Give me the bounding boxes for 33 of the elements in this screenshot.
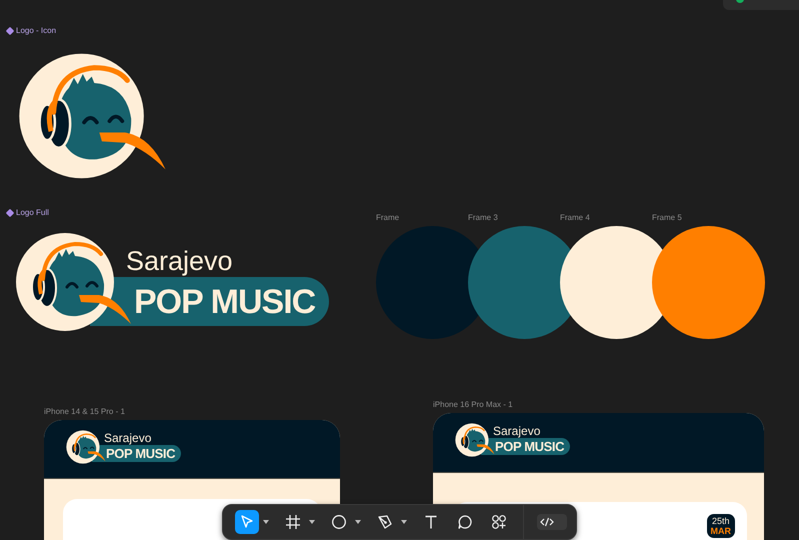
frame-label[interactable]: iPhone 16 Pro Max - 1 [433, 400, 764, 409]
mascot-logo-drawing [66, 430, 106, 464]
frame-label[interactable]: Frame 4 [560, 213, 652, 222]
logo-text: Sarajevo [492, 424, 540, 438]
component-icon [6, 208, 14, 217]
move-tool-button[interactable] [235, 510, 259, 534]
mascot-logo-drawing [455, 423, 495, 457]
text-tool-icon [423, 514, 439, 530]
frame-label[interactable]: iPhone 14 & 15 Pro - 1 [44, 407, 340, 416]
frame-icon [285, 514, 301, 530]
frame-label[interactable]: Frame 5 [652, 213, 744, 222]
pen-icon [377, 514, 393, 530]
caret-icon[interactable] [401, 520, 407, 524]
assets-icon [491, 514, 507, 530]
logo-banner: POP MUSIC [90, 277, 330, 326]
date-day: 25th [712, 516, 730, 526]
logo-text: Sarajevo [103, 431, 152, 445]
caret-icon[interactable] [263, 520, 269, 524]
frame-label[interactable]: Frame 3 [468, 213, 560, 222]
code-toggle-icon [537, 514, 567, 530]
logo-banner: POP MUSIC [92, 445, 182, 462]
logo-text: Sarajevo [125, 245, 233, 277]
component-icon [6, 26, 14, 35]
comment-icon [457, 514, 473, 530]
component-label[interactable]: Logo Full [7, 208, 49, 217]
circle-icon [331, 514, 347, 530]
caret-icon[interactable] [355, 520, 361, 524]
caret-icon[interactable] [309, 520, 315, 524]
date-month: MAR [710, 526, 731, 536]
logo-banner: POP MUSIC [481, 438, 570, 455]
component-label[interactable]: Logo - Icon [7, 26, 56, 35]
frame-label[interactable]: Frame [376, 213, 468, 222]
pointer-icon [239, 514, 255, 530]
